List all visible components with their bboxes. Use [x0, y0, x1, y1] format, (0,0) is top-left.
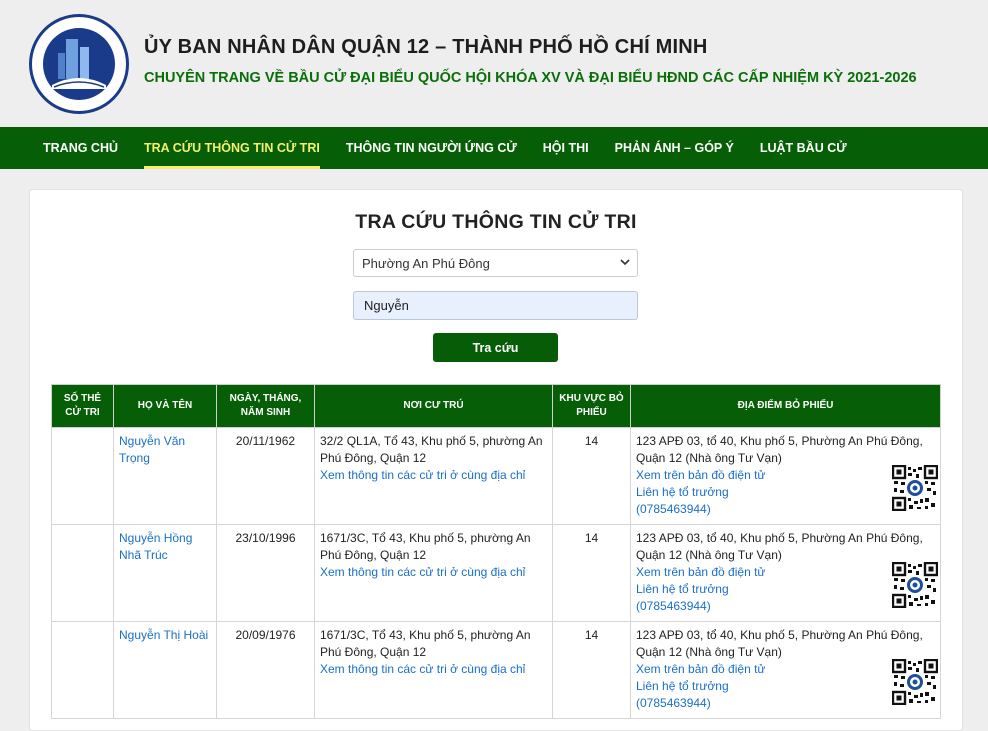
residence-text: 1671/3C, Tổ 43, Khu phố 5, phường An Phú… [320, 628, 531, 659]
same-address-link[interactable]: Xem thông tin các cử tri ở cùng địa chỉ [320, 564, 547, 581]
voter-table: SỐ THẺ CỬ TRI HỌ VÀ TÊN NGÀY, THÁNG, NĂM… [51, 384, 941, 719]
header-title: ỦY BAN NHÂN DÂN QUẬN 12 – THÀNH PHỐ HỒ C… [144, 36, 708, 58]
phone-link[interactable]: (0785463944) [636, 598, 935, 615]
contact-link[interactable]: Liên hệ tổ trưởng [636, 581, 935, 598]
nav-item-contest[interactable]: HỘI THI [530, 127, 602, 169]
map-link[interactable]: Xem trên bản đồ điện tử [636, 467, 935, 484]
nav-item-feedback[interactable]: PHẢN ÁNH – GÓP Ý [602, 127, 747, 169]
same-address-link[interactable]: Xem thông tin các cử tri ở cùng địa chỉ [320, 467, 547, 484]
col-header-area: KHU VỰC BỎ PHIẾU [552, 384, 631, 428]
site-header: ỦY BAN NHÂN DÂN QUẬN 12 – THÀNH PHỐ HỒ C… [0, 0, 988, 127]
col-header-name: HỌ VÀ TÊN [113, 384, 217, 428]
table-row: Nguyễn Thị Hoài 20/09/1976 1671/3C, Tổ 4… [51, 621, 941, 719]
cell-area: 14 [552, 524, 631, 622]
location-text: 123 APĐ 03, tổ 40, Khu phố 5, Phường An … [636, 628, 923, 659]
table-header-row: SỐ THẺ CỬ TRI HỌ VÀ TÊN NGÀY, THÁNG, NĂM… [51, 384, 941, 428]
name-input[interactable] [353, 291, 638, 320]
qr-code-icon[interactable] [892, 659, 938, 705]
search-button[interactable]: Tra cứu [433, 333, 558, 362]
map-link[interactable]: Xem trên bản đồ điện tử [636, 564, 935, 581]
main-nav: TRANG CHỦ TRA CỨU THÔNG TIN CỬ TRI THÔNG… [0, 127, 988, 169]
voter-name-link[interactable]: Nguyễn Thị Hoài [119, 628, 208, 642]
col-header-location: ĐỊA ĐIỂM BỎ PHIẾU [630, 384, 941, 428]
qr-code-icon[interactable] [892, 562, 938, 608]
cell-area: 14 [552, 621, 631, 719]
residence-text: 32/2 QL1A, Tổ 43, Khu phố 5, phường An P… [320, 434, 543, 465]
voter-name-link[interactable]: Nguyễn Hồng Nhã Trúc [119, 531, 192, 562]
location-text: 123 APĐ 03, tổ 40, Khu phố 5, Phường An … [636, 531, 923, 562]
col-header-residence: NƠI CƯ TRÚ [314, 384, 553, 428]
cell-dob: 23/10/1996 [216, 524, 315, 622]
phone-link[interactable]: (0785463944) [636, 695, 935, 712]
residence-text: 1671/3C, Tổ 43, Khu phố 5, phường An Phú… [320, 531, 531, 562]
location-text: 123 APĐ 03, tổ 40, Khu phố 5, Phường An … [636, 434, 923, 465]
col-header-dob: NGÀY, THÁNG, NĂM SINH [216, 384, 315, 428]
cell-card-no [51, 427, 114, 525]
ward-select[interactable]: Phường An Phú Đông [353, 249, 638, 277]
qr-code-icon[interactable] [892, 465, 938, 511]
col-header-card-no: SỐ THẺ CỬ TRI [51, 384, 114, 428]
cell-card-no [51, 524, 114, 622]
nav-item-candidates[interactable]: THÔNG TIN NGƯỜI ỨNG CỬ [333, 127, 530, 169]
cell-dob: 20/11/1962 [216, 427, 315, 525]
voter-name-link[interactable]: Nguyễn Văn Trọng [119, 434, 185, 465]
cell-dob: 20/09/1976 [216, 621, 315, 719]
map-link[interactable]: Xem trên bản đồ điện tử [636, 661, 935, 678]
table-row: Nguyễn Văn Trọng 20/11/1962 32/2 QL1A, T… [51, 427, 941, 525]
chevron-down-icon [620, 259, 630, 266]
contact-link[interactable]: Liên hệ tổ trưởng [636, 484, 935, 501]
contact-link[interactable]: Liên hệ tổ trưởng [636, 678, 935, 695]
cell-card-no [51, 621, 114, 719]
nav-item-election-law[interactable]: LUẬT BẦU CỬ [747, 127, 860, 169]
nav-item-voter-lookup[interactable]: TRA CỨU THÔNG TIN CỬ TRI [131, 127, 333, 169]
same-address-link[interactable]: Xem thông tin các cử tri ở cùng địa chỉ [320, 661, 547, 678]
phone-link[interactable]: (0785463944) [636, 501, 935, 518]
table-row: Nguyễn Hồng Nhã Trúc 23/10/1996 1671/3C,… [51, 524, 941, 622]
district-logo[interactable] [28, 13, 130, 115]
header-subtitle: CHUYÊN TRANG VỀ BẦU CỬ ĐẠI BIỂU QUỐC HỘI… [144, 70, 917, 86]
search-card: TRA CỨU THÔNG TIN CỬ TRI Phường An Phú Đ… [29, 189, 963, 731]
cell-area: 14 [552, 427, 631, 525]
ward-select-value: Phường An Phú Đông [362, 256, 490, 271]
nav-item-home[interactable]: TRANG CHỦ [30, 127, 131, 169]
page-title: TRA CỨU THÔNG TIN CỬ TRI [355, 211, 637, 233]
